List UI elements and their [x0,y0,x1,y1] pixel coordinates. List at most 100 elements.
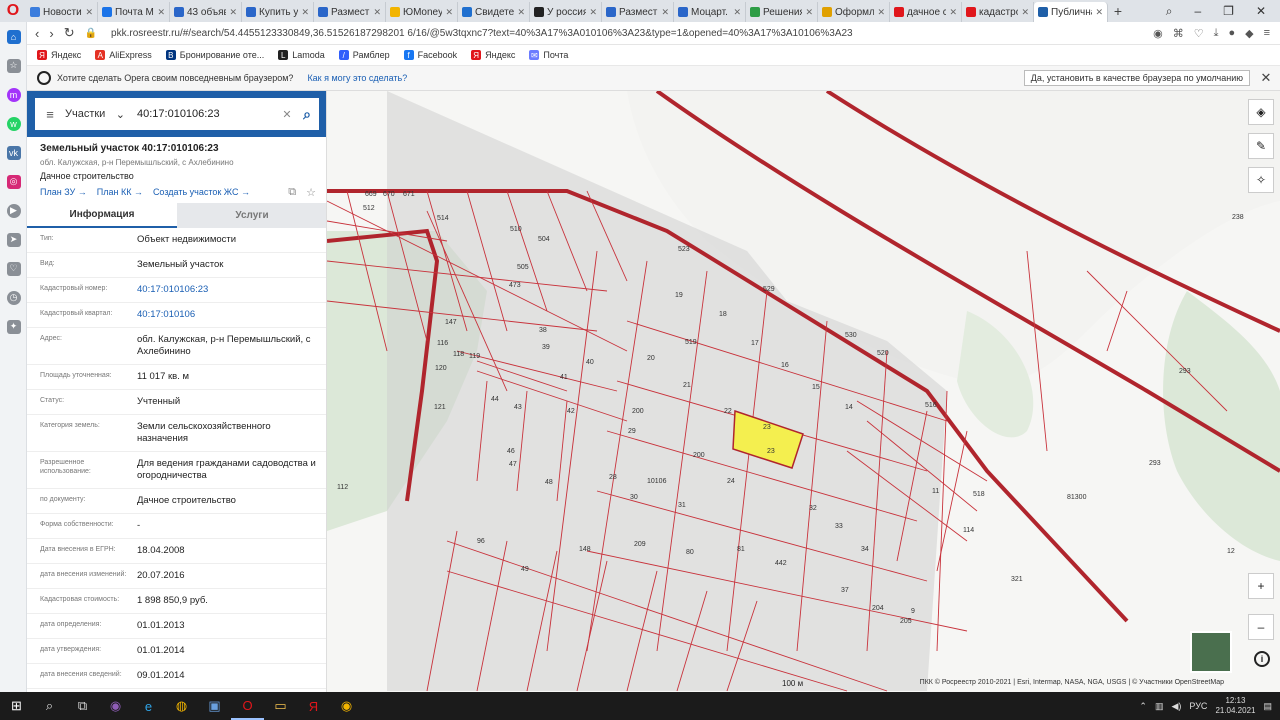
viber-icon[interactable]: ◉ [99,692,132,720]
browser-tab[interactable]: Разместит✕ [314,2,386,22]
parcel-number-label[interactable]: 38 [539,327,547,334]
close-tab-icon[interactable]: ✕ [733,7,741,18]
close-tab-icon[interactable]: ✕ [1095,7,1103,18]
plan-zu-link[interactable]: План ЗУ → [40,187,87,197]
parcel-number-label[interactable]: 505 [517,264,529,271]
clear-icon[interactable]: ✕ [279,108,295,121]
property-value[interactable]: 40:17:010106:23 [137,278,321,302]
parcel-number-label[interactable]: 530 [845,332,857,339]
parcel-number-label[interactable]: 43 [514,404,522,411]
close-window-button[interactable]: ✕ [1256,4,1266,19]
vk-icon[interactable]: vk [0,138,27,167]
locate-icon[interactable]: ✧ [1248,167,1274,193]
parcel-number-label[interactable]: 523 [678,246,690,253]
bookmark-item[interactable]: L Lamoda [278,50,325,60]
tab-information[interactable]: Информация [27,203,177,228]
parcel-number-label[interactable]: 49 [521,566,529,573]
parcel-number-label[interactable]: 44 [491,396,499,403]
parcel-number-label[interactable]: 17 [751,340,759,347]
close-tab-icon[interactable]: ✕ [85,7,93,18]
parcel-number-label[interactable]: 18 [719,311,727,318]
bookmark-item[interactable]: Я Яндекс [37,50,81,60]
parcel-number-label[interactable]: 24 [727,478,735,485]
search-input[interactable] [133,99,279,129]
close-tab-icon[interactable]: ✕ [517,7,525,18]
parcel-number-label[interactable]: 118 [453,351,464,358]
parcel-number-label[interactable]: 204 [872,605,884,612]
close-tab-icon[interactable]: ✕ [589,7,597,18]
volume-icon[interactable]: ◀) [1171,701,1181,712]
parcel-number-label[interactable]: 293 [1179,368,1191,375]
file-explorer-icon[interactable]: ▭ [264,692,297,720]
parcel-number-label[interactable]: 119 [469,353,480,360]
parcel-number-label[interactable]: 30 [630,494,638,501]
maximize-button[interactable]: ❐ [1223,4,1234,19]
info-icon[interactable]: i [1254,651,1270,667]
network-icon[interactable]: ▥ [1155,701,1164,712]
parcel-number-label[interactable]: 114 [963,527,974,534]
parcel-number-label[interactable]: 209 [634,541,646,548]
parcel-number-label[interactable]: 23 [767,448,775,455]
bookmark-item[interactable]: Я Яндекс [471,50,515,60]
set-default-button[interactable]: Да, установить в качестве браузера по ум… [1023,70,1250,86]
forward-icon[interactable]: › [49,26,53,41]
parcel-number-label[interactable]: 205 [900,618,912,625]
tab-services[interactable]: Услуги [177,203,326,228]
parcel-number-label[interactable]: 514 [437,215,449,222]
parcel-number-label[interactable]: 669 [365,191,377,198]
parcel-number-label[interactable]: 520 [877,350,889,357]
speed-dial-icon[interactable]: ☆ [0,51,27,80]
parcel-number-label[interactable]: 47 [509,461,517,468]
parcel-number-label[interactable]: 116 [437,340,448,347]
send-icon[interactable]: ➤ [0,225,27,254]
parcel-number-label[interactable]: 20 [647,355,655,362]
parcel-number-label[interactable]: 473 [509,282,521,289]
parcel-number-label[interactable]: 32 [809,505,817,512]
browser-tab[interactable]: Новости ✕ [26,2,98,22]
parcel-number-label[interactable]: 529 [763,286,775,293]
parcel-number-label[interactable]: 81 [737,546,745,553]
search-icon[interactable]: ⌕ [33,692,66,720]
parcel-number-label[interactable]: 34 [861,546,869,553]
bookmark-item[interactable]: ✉ Почта [529,50,568,60]
cadastral-map[interactable]: 23 23 200 200 10106 81300 293 293 238 442 209 19 18 1… [327,91,1280,692]
browser-tab[interactable]: Оформле✕ [818,2,890,22]
parcel-number-label[interactable]: 120 [435,365,447,372]
language-indicator[interactable]: РУС [1189,701,1207,711]
share-icon[interactable]: ⧉ [288,186,296,199]
parcel-number-label[interactable]: 23 [763,424,771,431]
parcel-number-label[interactable]: 12 [1227,548,1235,555]
parcel-number-label[interactable]: 41 [560,374,568,381]
bookmark-item[interactable]: B Бронирование оте... [165,50,264,60]
opera-menu-icon[interactable]: O [0,0,26,22]
clock[interactable]: 12:13 21.04.2021 [1215,696,1255,716]
history-icon[interactable]: ◷ [0,283,27,312]
parcel-number-label[interactable]: 293 [1149,460,1161,467]
profile-icon[interactable]: ● [1228,27,1235,40]
parcel-number-label[interactable]: 200 [632,408,644,415]
hamburger-icon[interactable]: ≡ [35,107,65,122]
url-field[interactable]: pkk.rosreestr.ru/#/search/54.44551233308… [111,28,1143,39]
home-icon[interactable]: ⌂ [0,22,27,51]
search-icon[interactable]: ⌕ [295,106,319,123]
parcel-number-label[interactable]: 112 [337,484,348,491]
parcel-number-label[interactable]: 147 [445,319,457,326]
bookmark-item[interactable]: / Рамблер [338,50,390,60]
yandex-icon[interactable]: Я [297,692,330,720]
bookmark-item[interactable]: A AliExpress [95,50,152,60]
close-tab-icon[interactable]: ✕ [157,7,165,18]
task-view-icon[interactable]: ⧉ [66,692,99,720]
parcel-number-label[interactable]: 9 [911,608,915,615]
close-tab-icon[interactable]: ✕ [1021,7,1029,18]
close-tab-icon[interactable]: ✕ [661,7,669,18]
promo-link[interactable]: Как я могу это сделать? [307,73,407,83]
messenger-icon[interactable]: m [0,80,27,109]
parcel-number-label[interactable]: 39 [542,344,550,351]
create-plot-link[interactable]: Создать участок ЖС → [153,187,250,197]
parcel-number-label[interactable]: 670 [383,191,395,198]
parcel-number-label[interactable]: 22 [724,408,732,415]
player-icon[interactable]: ▶ [0,196,27,225]
parcel-number-label[interactable]: 10106 [647,478,667,485]
download-icon[interactable]: ⤓ [1214,27,1219,40]
parcel-number-label[interactable]: 19 [675,292,683,299]
